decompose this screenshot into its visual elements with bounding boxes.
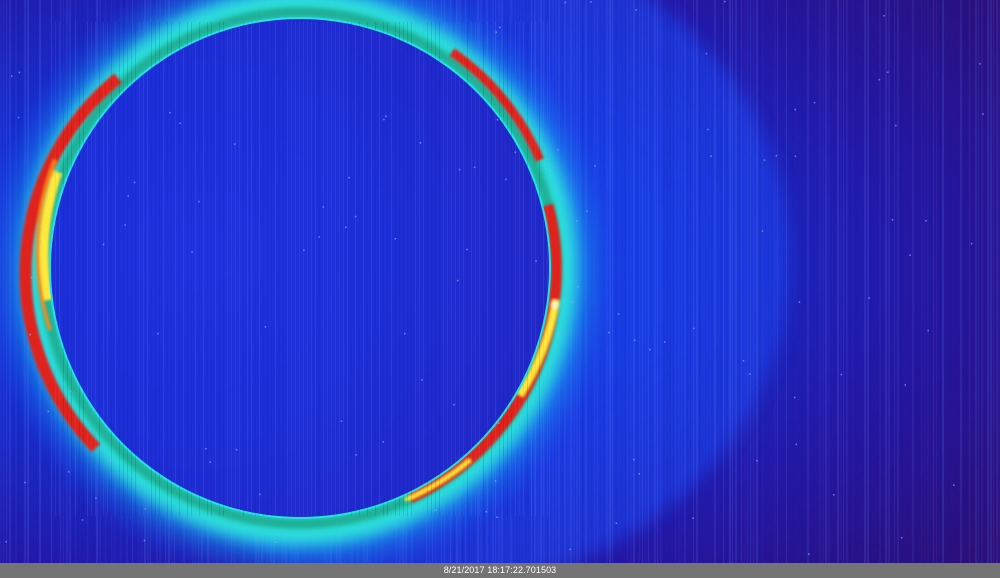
eclipse-viewer: 8/21/2017 18:17:22.701503 (0, 0, 1000, 578)
timestamp-label: 8/21/2017 18:17:22.701503 (443, 565, 557, 575)
eclipse-image (0, 0, 1000, 563)
timestamp-bar: 8/21/2017 18:17:22.701503 (0, 563, 1000, 578)
